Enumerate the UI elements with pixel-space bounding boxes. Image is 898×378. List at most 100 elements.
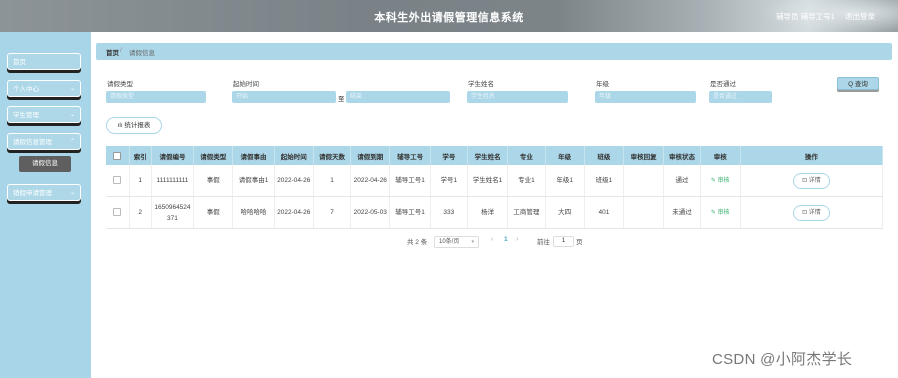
next-page-icon[interactable]: › bbox=[516, 236, 518, 243]
app-title: 本科生外出请假管理信息系统 bbox=[374, 12, 524, 24]
row-checkbox[interactable] bbox=[113, 176, 122, 185]
select-all-column[interactable] bbox=[106, 146, 130, 165]
approved-label: 是否通过 bbox=[710, 81, 736, 88]
cell-status: 未通过 bbox=[663, 196, 701, 229]
grade-input[interactable] bbox=[595, 91, 696, 103]
start-date-input[interactable] bbox=[232, 91, 336, 103]
actions-cell: ⊡ 详情 bbox=[740, 165, 884, 197]
column-header: 操作 bbox=[740, 146, 884, 165]
current-page-number[interactable]: 1 bbox=[504, 236, 508, 243]
cell-tutor: 辅导工号1 bbox=[389, 196, 431, 229]
leave-type-label: 请假类型 bbox=[107, 81, 133, 88]
pagination-total: 共 2 条 bbox=[407, 239, 428, 246]
column-header: 班级 bbox=[584, 146, 625, 165]
column-header: 请假天数 bbox=[313, 146, 352, 165]
cell-major: 专业1 bbox=[507, 165, 546, 197]
cell-days: 7 bbox=[313, 196, 352, 229]
approved-input[interactable] bbox=[709, 91, 772, 103]
sidebar-item-label: 学生管理 bbox=[13, 112, 39, 119]
column-header: 请假编号 bbox=[151, 146, 195, 165]
leave-table: 索引 请假编号 请假类型 请假事由 起始时间 请假天数 请假到期 辅导工号 学号… bbox=[106, 146, 884, 229]
audit-link[interactable]: ✎ 审核 bbox=[711, 210, 730, 216]
grade-label: 年级 bbox=[596, 81, 609, 88]
column-header: 审核 bbox=[700, 146, 741, 165]
cell-tutor: 辅导工号1 bbox=[389, 165, 431, 197]
cell-type: 事假 bbox=[193, 165, 234, 197]
column-header: 辅导工号 bbox=[389, 146, 431, 165]
cell-leave-no: 1650964524371 bbox=[151, 196, 195, 229]
column-header: 请假到期 bbox=[350, 146, 391, 165]
end-date-input[interactable] bbox=[346, 91, 450, 103]
row-checkbox[interactable] bbox=[113, 208, 122, 217]
goto-label: 前往 bbox=[537, 239, 550, 246]
sidebar-item-students[interactable]: 学生管理 ⌄ bbox=[7, 106, 81, 123]
sidebar-item-home[interactable]: 首页 bbox=[7, 53, 81, 70]
chevron-down-icon: ▾ bbox=[471, 239, 474, 245]
select-all-checkbox[interactable] bbox=[113, 151, 122, 160]
sidebar-item-cancel-leave[interactable]: 销假申请管理 ⌄ bbox=[7, 184, 81, 201]
cell-index: 2 bbox=[129, 196, 152, 229]
sidebar-item-label: 销假申请管理 bbox=[13, 190, 52, 197]
cell-major: 工商管理 bbox=[507, 196, 546, 229]
cell-grade: 年级1 bbox=[545, 165, 585, 197]
breadcrumb: 首页 / 请假信息 bbox=[96, 43, 892, 60]
start-time-label: 起始时间 bbox=[233, 81, 259, 88]
cell-leave-no: 1111111111 bbox=[151, 165, 195, 197]
breadcrumb-current: 请假信息 bbox=[129, 50, 155, 57]
prev-page-icon[interactable]: ‹ bbox=[491, 236, 493, 243]
cell-class: 401 bbox=[584, 196, 625, 229]
statistics-report-button[interactable]: ılı 统计报表 bbox=[106, 117, 162, 134]
goto-page-input[interactable]: 1 bbox=[553, 236, 574, 247]
cell-reply bbox=[623, 165, 665, 197]
table-row: 1 1111111111 事假 请假事由1 2022-04-26 1 2022-… bbox=[106, 165, 884, 197]
cell-name: 学生姓名1 bbox=[467, 165, 509, 197]
logout-link[interactable]: 退出登录 bbox=[845, 11, 875, 22]
cell-end: 2022-04-26 bbox=[350, 165, 391, 197]
page-size-value: 10条/页 bbox=[439, 239, 460, 245]
table-row: 2 1650964524371 事假 哈哈哈哈 2022-04-26 7 202… bbox=[106, 196, 884, 229]
chevron-down-icon: ⌄ bbox=[69, 86, 75, 92]
column-header: 请假事由 bbox=[232, 146, 275, 165]
watermark: CSDN @小阿杰学长 bbox=[712, 351, 853, 368]
date-range-separator: 至 bbox=[338, 96, 345, 103]
row-select-cell[interactable] bbox=[106, 196, 130, 229]
cell-index: 1 bbox=[129, 165, 152, 197]
column-header: 起始时间 bbox=[274, 146, 314, 165]
sidebar-item-label: 首页 bbox=[13, 59, 26, 66]
sidebar-subitem-leave-info[interactable]: 请假信息 bbox=[19, 156, 71, 172]
current-user: 辅导员 辅导工号1 bbox=[776, 12, 835, 21]
sidebar-item-label: 请假信息管理 bbox=[13, 139, 52, 146]
chevron-up-icon: ⌃ bbox=[69, 139, 75, 145]
cell-type: 事假 bbox=[193, 196, 234, 229]
column-header: 学号 bbox=[430, 146, 468, 165]
column-header: 索引 bbox=[129, 146, 152, 165]
page-size-select[interactable]: 10条/页 ▾ bbox=[434, 236, 479, 248]
cell-end: 2022-05-03 bbox=[350, 196, 391, 229]
cell-student-no: 学号1 bbox=[430, 165, 468, 197]
row-select-cell[interactable] bbox=[106, 165, 130, 197]
cell-class: 班级1 bbox=[584, 165, 625, 197]
leave-type-input[interactable] bbox=[106, 91, 206, 103]
detail-button[interactable]: ⊡ 详情 bbox=[792, 172, 830, 189]
student-name-input[interactable] bbox=[467, 91, 568, 103]
page-suffix: 页 bbox=[576, 239, 583, 246]
breadcrumb-home[interactable]: 首页 bbox=[106, 47, 119, 57]
column-header: 审核回复 bbox=[623, 146, 665, 165]
audit-cell: ✎ 审核 bbox=[700, 165, 741, 197]
chevron-down-icon: ⌄ bbox=[69, 190, 75, 196]
student-name-label: 学生姓名 bbox=[468, 81, 494, 88]
chevron-down-icon: ⌄ bbox=[69, 112, 75, 118]
audit-link[interactable]: ✎ 审核 bbox=[711, 178, 730, 184]
cell-grade: 大四 bbox=[545, 196, 585, 229]
table-header: 索引 请假编号 请假类型 请假事由 起始时间 请假天数 请假到期 辅导工号 学号… bbox=[106, 146, 884, 165]
sidebar-item-label: 个人中心 bbox=[13, 86, 39, 93]
column-header: 专业 bbox=[507, 146, 546, 165]
column-header: 学生姓名 bbox=[467, 146, 509, 165]
sidebar-item-leave-management[interactable]: 请假信息管理 ⌃ bbox=[7, 133, 81, 150]
sidebar-item-profile[interactable]: 个人中心 ⌄ bbox=[7, 80, 81, 97]
detail-button[interactable]: ⊡ 详情 bbox=[792, 204, 830, 221]
actions-cell: ⊡ 详情 bbox=[740, 196, 884, 229]
cell-days: 1 bbox=[313, 165, 352, 197]
breadcrumb-separator: / bbox=[120, 47, 122, 54]
search-button[interactable]: Q 查询 bbox=[837, 77, 879, 90]
